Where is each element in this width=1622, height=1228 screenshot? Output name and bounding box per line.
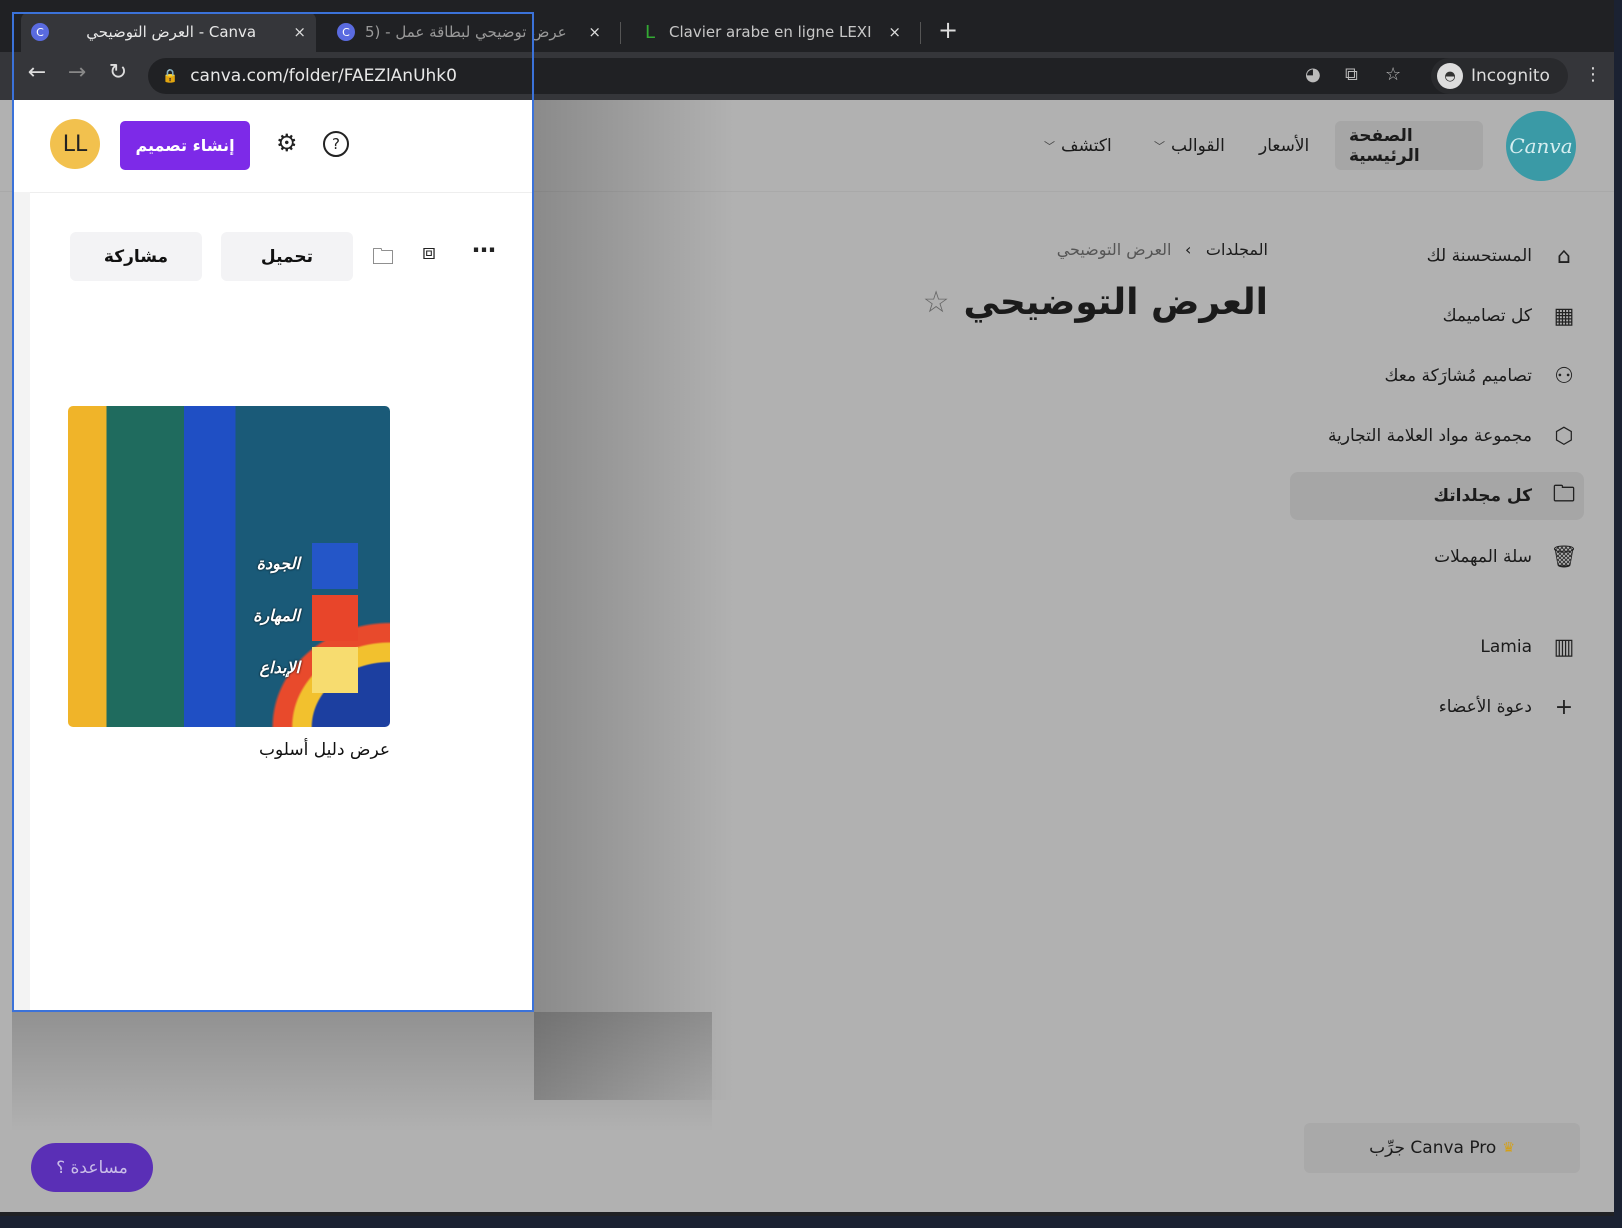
gear-icon[interactable]: ⚙: [276, 129, 298, 157]
swatch-yellow: [312, 647, 358, 693]
sidebar-item-label: المستحسنة لك: [1426, 246, 1532, 266]
sidebar-item-for-you[interactable]: المستحسنة لك ⌂: [1284, 232, 1584, 280]
chevron-left-icon: ›: [1185, 240, 1192, 259]
folder-title-row: ☆ العرض التوضيحي: [923, 282, 1268, 323]
add-to-folder-icon[interactable]: 🗀: [372, 240, 394, 278]
home-icon: ⌂: [1557, 243, 1571, 269]
sidebar-item-label: تصاميم مُشارَكة معك: [1384, 366, 1532, 386]
swatch-label: المهارة: [253, 606, 300, 625]
download-button[interactable]: تحميل: [221, 232, 353, 281]
nav-label: القوالب: [1171, 135, 1225, 156]
sidebar-item-label: مجموعة مواد العلامة التجارية: [1327, 426, 1532, 446]
sidebar-item-brand-kit[interactable]: مجموعة مواد العلامة التجارية ⬡: [1224, 412, 1584, 460]
more-options-icon[interactable]: ⋯: [472, 236, 496, 264]
popup-content: LL إنشاء تصميم ⚙ ? مشاركة تحميل 🗀 ⧈ ⋯ ال…: [14, 100, 532, 1010]
nav-discover[interactable]: ﹀ اكتشف: [1030, 121, 1126, 170]
sidebar-item-folders[interactable]: كل مجلداتك 🗀: [1290, 472, 1584, 520]
close-tab-icon[interactable]: ×: [888, 23, 901, 41]
share-button[interactable]: مشاركة: [70, 232, 202, 281]
trash-icon: 🗑: [1550, 544, 1578, 570]
swatch-blue: [312, 543, 358, 589]
page-title: العرض التوضيحي: [963, 282, 1268, 323]
sidebar-item-label: كل مجلداتك: [1433, 486, 1532, 506]
lexilogos-favicon-icon: L: [644, 21, 656, 43]
crown-icon: ♛: [1502, 1140, 1515, 1156]
sidebar-item-all-designs[interactable]: كل تصاميمك ▦: [1284, 292, 1584, 340]
popup-shadow: [12, 1012, 712, 1132]
help-button[interactable]: مساعدة ؟: [31, 1143, 153, 1192]
sidebar-item-team-lamia[interactable]: Lamia ▥: [1284, 623, 1584, 671]
breadcrumb: العرض التوضيحي › المجلدات: [1057, 240, 1268, 259]
cookie-blocked-icon[interactable]: ◕: [1305, 64, 1321, 85]
sidebar-item-invite-members[interactable]: دعوة الأعضاء +: [1284, 683, 1584, 731]
nav-pricing[interactable]: الأسعار: [1245, 121, 1323, 170]
bookmark-star-icon[interactable]: ☆: [1385, 64, 1401, 85]
design-title[interactable]: عرض دليل أسلوب: [68, 740, 390, 760]
building-icon: ▥: [1553, 634, 1575, 660]
chevron-down-icon: ﹀: [1154, 139, 1165, 153]
swatch-label: الإبداع: [259, 658, 300, 677]
incognito-icon: ◓: [1437, 63, 1463, 89]
try-pro-label: جرِّب Canva Pro: [1369, 1138, 1497, 1158]
sidebar-item-label: سلة المهملات: [1434, 547, 1532, 567]
swatch-red: [312, 595, 358, 641]
star-icon[interactable]: ☆: [923, 285, 950, 320]
canva-logo[interactable]: Canva: [1506, 111, 1576, 181]
tab-clavier-arabe[interactable]: L Clavier arabe en ligne LEXI ×: [631, 12, 911, 52]
brand-kit-icon: ⬡: [1554, 423, 1574, 449]
browser-menu-icon[interactable]: ⋮: [1584, 64, 1602, 85]
present-icon[interactable]: ⧈: [422, 240, 436, 265]
breadcrumb-current: العرض التوضيحي: [1056, 240, 1172, 259]
nav-label: اكتشف: [1061, 135, 1112, 156]
sidebar-item-label: كل تصاميمك: [1442, 306, 1532, 326]
new-tab-button[interactable]: +: [938, 16, 958, 44]
scrollbar[interactable]: [14, 192, 30, 1010]
incognito-label: Incognito: [1471, 66, 1550, 86]
folder-icon: 🗀: [1552, 482, 1575, 507]
design-thumbnail[interactable]: الجودة المهارة الإبداع: [68, 406, 390, 727]
close-tab-icon[interactable]: ×: [588, 23, 601, 41]
chevron-down-icon: ﹀: [1044, 139, 1055, 153]
breadcrumb-folders-link[interactable]: المجلدات: [1206, 240, 1268, 259]
create-design-button[interactable]: إنشاء تصميم: [120, 121, 250, 170]
nav-templates[interactable]: ﹀ القوالب: [1140, 121, 1239, 170]
sidebar-item-label: Lamia: [1480, 637, 1532, 657]
shared-users-icon: ⚇: [1554, 363, 1574, 389]
sidebar-item-label: دعوة الأعضاء: [1438, 697, 1532, 717]
incognito-badge[interactable]: ◓ Incognito: [1431, 58, 1568, 94]
sidebar-item-trash[interactable]: سلة المهملات 🗑: [1284, 533, 1584, 581]
translate-icon[interactable]: ⧉: [1345, 64, 1358, 85]
nav-home[interactable]: الصفحة الرئيسية: [1335, 121, 1483, 170]
avatar[interactable]: LL: [50, 119, 100, 169]
try-canva-pro-button[interactable]: جرِّب Canva Pro ♛: [1304, 1123, 1580, 1173]
grid-icon: ▦: [1553, 303, 1575, 329]
sidebar-item-shared[interactable]: تصاميم مُشارَكة معك ⚇: [1284, 352, 1584, 400]
popup-shadow: [534, 100, 734, 1100]
plus-icon: +: [1554, 694, 1574, 720]
tab-title: Clavier arabe en ligne LEXI: [669, 23, 872, 41]
help-icon[interactable]: ?: [323, 131, 349, 157]
popup-window: LL إنشاء تصميم ⚙ ? مشاركة تحميل 🗀 ⧈ ⋯ ال…: [12, 12, 534, 1012]
swatch-label: الجودة: [256, 554, 300, 573]
